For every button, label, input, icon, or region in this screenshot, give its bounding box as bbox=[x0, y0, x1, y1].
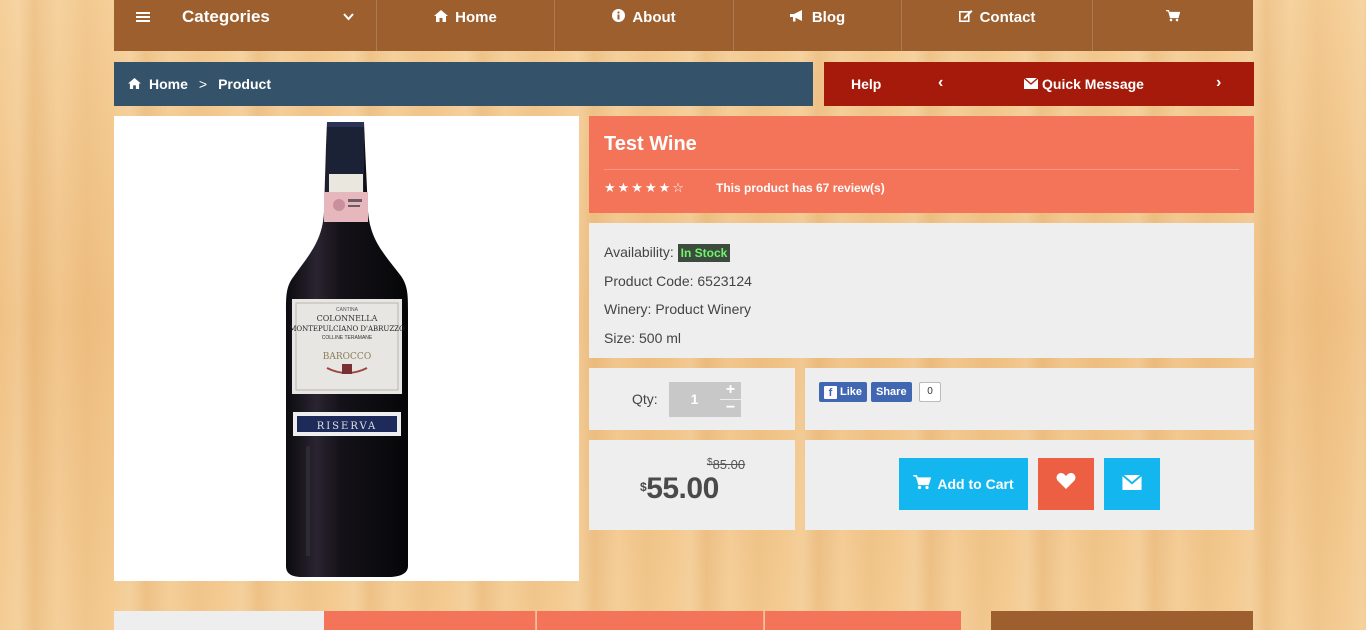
tab-reviews[interactable] bbox=[537, 611, 764, 630]
in-stock-badge: In Stock bbox=[677, 244, 731, 262]
breadcrumb-home-link[interactable]: Home bbox=[149, 76, 188, 92]
breadcrumb-separator: > bbox=[198, 76, 208, 92]
quick-message-label: Quick Message bbox=[1042, 76, 1144, 92]
availability-label: Availability: bbox=[604, 244, 674, 260]
info-icon bbox=[612, 8, 626, 26]
facebook-like-button[interactable]: f Like bbox=[819, 382, 868, 402]
chevron-down-icon bbox=[343, 9, 354, 24]
categories-label: Categories bbox=[182, 7, 270, 26]
categories-menu[interactable]: Categories bbox=[114, 0, 377, 51]
email-product-button[interactable] bbox=[1104, 458, 1160, 510]
actions-panel: Add to Cart bbox=[805, 440, 1254, 530]
nav-contact-label: Contact bbox=[979, 8, 1036, 26]
nav-about-label: About bbox=[632, 8, 676, 26]
price-panel: $85.00 $55.00 bbox=[589, 440, 795, 530]
wine-bottle-image: CANTINA COLONNELLA MONTEPULCIANO D'ABRUZ… bbox=[286, 122, 408, 577]
size-value: 500 ml bbox=[639, 329, 682, 346]
nav-contact[interactable]: Contact bbox=[902, 0, 1093, 51]
title-divider bbox=[604, 169, 1239, 170]
winery-label: Winery: bbox=[604, 301, 652, 317]
tab-details[interactable] bbox=[324, 611, 536, 630]
product-code-value: 6523124 bbox=[697, 272, 752, 289]
home-icon bbox=[128, 76, 141, 92]
edit-icon bbox=[958, 9, 973, 26]
bottle-label-sub: COLLINE TERAMANE bbox=[322, 335, 373, 341]
nav-home[interactable]: Home bbox=[377, 0, 555, 51]
product-info-panel: Availability: In Stock Product Code: 652… bbox=[589, 223, 1254, 358]
old-price: $85.00 bbox=[707, 457, 745, 472]
winery-row: Winery: Product Winery bbox=[604, 299, 1239, 328]
current-price-currency: $ bbox=[640, 480, 647, 494]
bottle-label-riserva: RISERVA bbox=[317, 421, 378, 432]
home-icon bbox=[434, 9, 449, 26]
bottle-label-top: CANTINA bbox=[336, 307, 359, 313]
like-label: Like bbox=[840, 386, 863, 398]
current-price-value: 55.00 bbox=[646, 472, 719, 505]
breadcrumb: Home > Product bbox=[114, 62, 813, 106]
prev-arrow-button[interactable]: ‹ bbox=[938, 74, 943, 92]
old-price-value: 85.00 bbox=[712, 457, 746, 472]
envelope-icon bbox=[1121, 473, 1143, 495]
nav-blog[interactable]: Blog bbox=[734, 0, 902, 51]
star-icons-filled: ★★★★★ bbox=[604, 180, 673, 195]
cart-icon bbox=[1166, 9, 1181, 26]
social-panel: f Like Share 0 bbox=[805, 368, 1254, 430]
menu-icon bbox=[136, 10, 150, 24]
nav-about[interactable]: About bbox=[555, 0, 734, 51]
cart-icon bbox=[913, 474, 932, 493]
add-to-cart-label: Add to Cart bbox=[937, 476, 1014, 492]
quick-message-button[interactable]: Quick Message bbox=[1023, 76, 1144, 92]
sidebar-header bbox=[991, 611, 1253, 630]
product-code-label: Product Code: bbox=[604, 272, 694, 289]
reviews-link[interactable]: This product has 67 review(s) bbox=[716, 181, 885, 195]
bottle-label-barocco: BAROCCO bbox=[323, 352, 371, 362]
quantity-increment-button[interactable]: + bbox=[720, 382, 741, 399]
top-navigation: Categories Home About Blog Contact bbox=[114, 0, 1253, 51]
facebook-share-button[interactable]: Share bbox=[871, 382, 912, 402]
heart-icon bbox=[1056, 472, 1076, 496]
nav-cart[interactable] bbox=[1093, 0, 1253, 51]
add-to-cart-button[interactable]: Add to Cart bbox=[899, 458, 1028, 510]
share-count: 0 bbox=[919, 382, 941, 402]
add-to-wishlist-button[interactable] bbox=[1038, 458, 1094, 510]
facebook-icon: f bbox=[824, 385, 837, 399]
star-icon-empty: ☆ bbox=[672, 180, 686, 195]
product-code-row: Product Code: 6523124 bbox=[604, 271, 1239, 300]
quantity-label: Qty: bbox=[632, 391, 658, 407]
help-label[interactable]: Help bbox=[851, 76, 881, 92]
quantity-panel: Qty: 1 + − bbox=[589, 368, 795, 430]
help-bar: Help ‹ Quick Message › bbox=[824, 62, 1254, 106]
tab-description[interactable] bbox=[114, 611, 324, 630]
size-label: Size: bbox=[604, 329, 636, 346]
quantity-input[interactable]: 1 bbox=[669, 382, 720, 417]
size-row: Size: 500 ml bbox=[604, 328, 1239, 357]
breadcrumb-current: Product bbox=[218, 76, 271, 92]
product-title: Test Wine bbox=[604, 133, 697, 155]
product-image: CANTINA COLONNELLA MONTEPULCIANO D'ABRUZ… bbox=[114, 116, 579, 581]
next-arrow-button[interactable]: › bbox=[1216, 74, 1221, 92]
bottle-label-brand: COLONNELLA bbox=[317, 314, 378, 323]
nav-home-label: Home bbox=[455, 8, 497, 26]
rating-stars: ★★★★★☆ bbox=[604, 180, 686, 196]
product-title-panel: Test Wine ★★★★★☆ This product has 67 rev… bbox=[589, 116, 1254, 213]
nav-blog-label: Blog bbox=[811, 8, 846, 26]
quantity-decrement-button[interactable]: − bbox=[720, 400, 741, 417]
envelope-icon bbox=[1023, 76, 1039, 92]
tab-tags[interactable] bbox=[765, 611, 961, 630]
bottle-label-name: MONTEPULCIANO D'ABRUZZO bbox=[289, 325, 405, 333]
winery-value: Product Winery bbox=[655, 301, 752, 317]
availability-row: Availability: In Stock bbox=[604, 242, 1239, 271]
bullhorn-icon bbox=[789, 9, 805, 26]
current-price: $55.00 bbox=[640, 472, 719, 506]
